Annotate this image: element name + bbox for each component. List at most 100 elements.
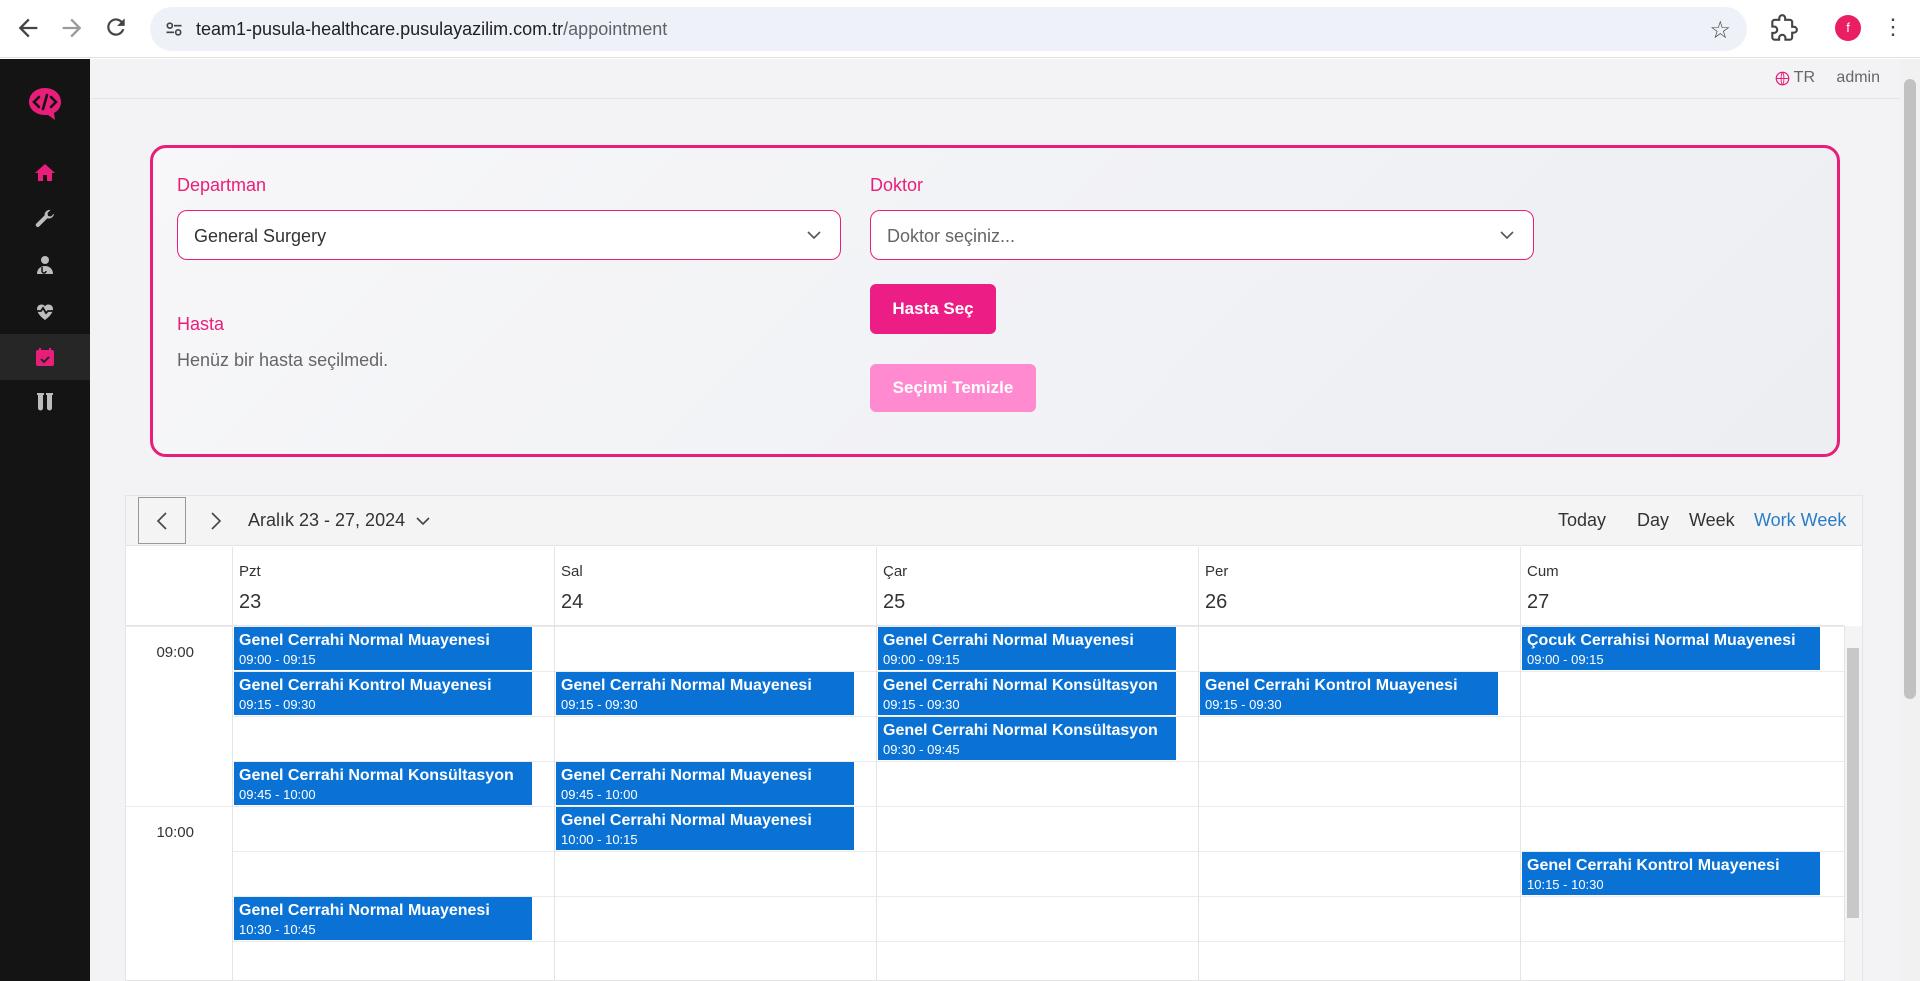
day-header[interactable]: Pzt 23 — [232, 547, 554, 626]
appointment-card[interactable]: Genel Cerrahi Kontrol Muayenesi 09:15 - 0… — [1200, 672, 1498, 715]
appointment-title: Genel Cerrahi Normal Muayenesi — [561, 677, 812, 694]
doctor-placeholder: Doktor seçiniz... — [887, 226, 1016, 246]
day-header[interactable]: Çar 25 — [876, 547, 1198, 626]
appointment-card[interactable]: Genel Cerrahi Normal Muayenesi 10:00 - 10… — [556, 807, 854, 850]
scheduler-grid: Pzt 23 Sal 24 Çar 25 Per 26 Cum 27 09:00… — [126, 547, 1862, 981]
appointment-card[interactable]: Çocuk Cerrahisi Normal Muayenesi 09:00 - … — [1522, 627, 1820, 670]
calendar-icon — [36, 348, 54, 366]
sidebar-item-health[interactable] — [0, 288, 90, 334]
appointment-title: Genel Cerrahi Normal Konsültasyon — [883, 677, 1158, 694]
scrollbar-thumb[interactable] — [1847, 648, 1859, 918]
appointment-time: 09:00 - 09:15 — [883, 652, 960, 667]
appointment-card[interactable]: Genel Cerrahi Kontrol Muayenesi 10:15 - 1… — [1522, 852, 1820, 895]
appointment-time: 09:15 - 09:30 — [883, 697, 960, 712]
appointment-card[interactable]: Genel Cerrahi Normal Muayenesi 10:30 - 10… — [234, 897, 532, 940]
department-select[interactable]: General Surgery — [177, 210, 841, 260]
appointment-card[interactable]: Genel Cerrahi Normal Konsültasyon 09:15 -… — [878, 672, 1176, 715]
appointment-time: 09:15 - 09:30 — [1205, 697, 1282, 712]
appointment-time: 09:45 - 10:00 — [239, 787, 316, 802]
scheduler-scrollbar[interactable] — [1844, 626, 1862, 981]
app-logo-icon[interactable] — [25, 84, 65, 124]
appointment-time: 10:00 - 10:15 — [561, 832, 638, 847]
globe-icon — [1775, 71, 1790, 85]
appointment-time: 09:30 - 09:45 — [883, 742, 960, 757]
previous-period-button[interactable] — [138, 497, 186, 544]
appointment-title: Genel Cerrahi Kontrol Muayenesi — [1527, 857, 1780, 874]
home-icon — [35, 164, 55, 181]
time-column-header — [126, 547, 232, 626]
day-column-line — [554, 626, 555, 981]
sidebar-item-doctors[interactable] — [0, 242, 90, 288]
extensions-icon[interactable] — [1770, 14, 1798, 42]
reload-icon[interactable] — [102, 14, 130, 42]
day-column-line — [1520, 626, 1521, 981]
appointment-title: Genel Cerrahi Normal Muayenesi — [561, 812, 812, 829]
day-column-line — [1198, 626, 1199, 981]
sidebar-item-settings[interactable] — [0, 196, 90, 242]
profile-avatar[interactable]: f — [1835, 15, 1861, 41]
appointment-card[interactable]: Genel Cerrahi Normal Konsültasyon 09:30 -… — [878, 717, 1176, 760]
back-icon[interactable] — [14, 14, 42, 42]
sidebar-item-home[interactable] — [0, 150, 90, 196]
view-today-button[interactable]: Today — [1558, 510, 1606, 531]
chevron-down-icon — [807, 231, 821, 240]
view-work-week-button[interactable]: Work Week — [1754, 510, 1846, 531]
slot-line — [232, 941, 1844, 942]
forward-icon[interactable] — [58, 14, 86, 42]
user-menu[interactable]: admin — [1836, 69, 1880, 87]
appointment-time: 09:00 - 09:15 — [239, 652, 316, 667]
patient-label: Hasta — [177, 314, 225, 334]
department-value: General Surgery — [194, 226, 327, 246]
appointment-time: 09:45 - 10:00 — [561, 787, 638, 802]
appointment-title: Genel Cerrahi Normal Muayenesi — [239, 902, 490, 919]
appointment-scheduler: Aralık 23 - 27, 2024 Today Day Week Work… — [125, 495, 1863, 981]
browser-toolbar: team1-pusula-healthcare.pusulayazilim.co… — [0, 0, 1920, 58]
scheduler-toolbar: Aralık 23 - 27, 2024 Today Day Week Work… — [126, 496, 1862, 546]
clear-selection-button[interactable]: Seçimi Temizle — [870, 364, 1036, 412]
appointment-title: Genel Cerrahi Kontrol Muayenesi — [1205, 677, 1458, 694]
chevron-left-icon — [156, 511, 167, 530]
slot-line — [126, 806, 1844, 807]
next-period-button[interactable] — [196, 497, 236, 544]
page-scrollbar-thumb[interactable] — [1904, 79, 1916, 699]
day-number: 27 — [1527, 591, 1550, 613]
page-scrollbar[interactable] — [1900, 59, 1920, 981]
wrench-icon — [35, 209, 54, 227]
appointment-time: 09:00 - 09:15 — [1527, 652, 1604, 667]
time-label: 09:00 — [156, 644, 194, 661]
doctor-select[interactable]: Doktor seçiniz... — [870, 210, 1534, 260]
address-bar[interactable]: team1-pusula-healthcare.pusulayazilim.co… — [150, 7, 1747, 51]
sidebar-item-appointments[interactable] — [0, 334, 90, 380]
appointment-card[interactable]: Genel Cerrahi Normal Muayenesi 09:45 - 10… — [556, 762, 854, 805]
test-tubes-icon — [37, 393, 53, 411]
sidebar-item-lab[interactable] — [0, 380, 90, 426]
appointment-time: 10:15 - 10:30 — [1527, 877, 1604, 892]
bookmark-star-icon[interactable]: ☆ — [1709, 16, 1731, 45]
browser-menu-icon[interactable]: ⋮ — [1882, 13, 1904, 41]
doctor-icon — [37, 256, 53, 274]
url-text: team1-pusula-healthcare.pusulayazilim.co… — [196, 19, 667, 40]
view-day-button[interactable]: Day — [1637, 510, 1669, 531]
appointment-title: Genel Cerrahi Normal Muayenesi — [883, 632, 1134, 649]
select-patient-button[interactable]: Hasta Seç — [870, 284, 996, 334]
appointment-card[interactable]: Genel Cerrahi Normal Konsültasyon 09:45 -… — [234, 762, 532, 805]
appointment-card[interactable]: Genel Cerrahi Normal Muayenesi 09:15 - 09… — [556, 672, 854, 715]
appointment-time: 10:30 - 10:45 — [239, 922, 316, 937]
day-header[interactable]: Cum 27 — [1520, 547, 1844, 626]
day-number: 23 — [239, 591, 262, 613]
date-range-label: Aralık 23 - 27, 2024 — [248, 510, 406, 530]
appointment-card[interactable]: Genel Cerrahi Normal Muayenesi 09:00 - 09… — [878, 627, 1176, 670]
appointment-card[interactable]: Genel Cerrahi Normal Muayenesi 09:00 - 09… — [234, 627, 532, 670]
day-header[interactable]: Per 26 — [1198, 547, 1520, 626]
appointment-card[interactable]: Genel Cerrahi Kontrol Muayenesi 09:15 - 0… — [234, 672, 532, 715]
day-name: Sal — [561, 563, 583, 580]
department-label: Departman — [177, 175, 267, 195]
day-number: 25 — [883, 591, 906, 613]
date-range-picker[interactable]: Aralık 23 - 27, 2024 — [248, 510, 431, 531]
day-column-line — [232, 626, 233, 981]
site-info-icon[interactable] — [164, 19, 184, 39]
view-week-button[interactable]: Week — [1689, 510, 1735, 531]
day-header[interactable]: Sal 24 — [554, 547, 876, 626]
chevron-right-icon — [211, 511, 222, 530]
language-switcher[interactable]: TR — [1775, 69, 1815, 87]
